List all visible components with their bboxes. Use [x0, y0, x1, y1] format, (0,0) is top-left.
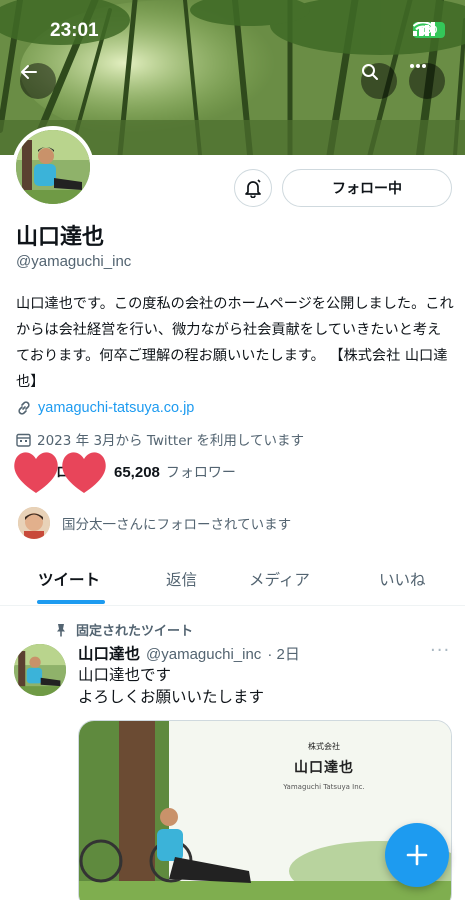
tab-likes[interactable]: いいね	[379, 568, 426, 590]
back-button[interactable]	[20, 63, 56, 99]
bell-icon	[245, 179, 261, 198]
notification-bell-button[interactable]	[234, 169, 272, 207]
profile-avatar[interactable]	[12, 126, 94, 208]
follower-avatar-photo	[18, 507, 50, 539]
tab-replies[interactable]: 返信	[166, 568, 197, 590]
display-name: 山口達也	[16, 225, 105, 250]
profile-tabs: ツイート 返信 メディア いいね	[0, 556, 465, 606]
user-handle: @yamaguchi_inc	[16, 253, 132, 270]
status-bar: 23:01 100	[0, 0, 465, 60]
link-icon	[18, 401, 30, 415]
more-button[interactable]	[409, 63, 445, 99]
heart-sticker-overlay	[14, 452, 106, 493]
avatar-photo	[16, 130, 90, 204]
tweet-more-icon[interactable]: ···	[430, 640, 450, 661]
profile-website-link[interactable]: yamaguchi-tatsuya.co.jp	[38, 400, 194, 416]
card-company-name: 山口達也	[294, 760, 354, 776]
card-roman-name: Yamaguchi Tatsuya Inc.	[283, 783, 365, 791]
card-company-label: 株式会社	[308, 742, 340, 751]
status-icons: 100	[413, 22, 445, 38]
tweet-header: 山口達也 @yamaguchi_inc · 2日	[78, 642, 300, 664]
following-button[interactable]: フォロー中	[282, 169, 452, 207]
profile-link-row: yamaguchi-tatsuya.co.jp	[16, 400, 194, 416]
profile-bio: 山口達也です。この度私の会社のホームページを公開しました。これからは会社経営を行…	[16, 296, 454, 390]
followed-by-text: 国分太一さんにフォローされています	[62, 517, 292, 533]
status-time: 23:01	[50, 20, 99, 41]
followers-count[interactable]: 65,208	[114, 464, 160, 481]
followers-label[interactable]: フォロワー	[166, 462, 236, 482]
active-tab-indicator	[37, 600, 105, 604]
joined-date-text: 2023 年 3月から Twitter を利用しています	[37, 433, 304, 449]
pinned-text: 固定されたツイート	[76, 624, 194, 639]
tweet-avatar-photo	[14, 644, 66, 696]
plus-icon	[406, 844, 428, 866]
tweet-line: よろしくお願いいたします	[78, 688, 265, 706]
tweet-author-avatar[interactable]	[14, 644, 66, 696]
wifi-icon	[413, 22, 433, 36]
pin-icon	[57, 623, 65, 637]
compose-tweet-button[interactable]	[385, 823, 449, 887]
joined-date-row: 2023 年 3月から Twitter を利用しています	[16, 429, 304, 449]
tweet-body: 山口達也です よろしくお願いいたします	[78, 664, 264, 708]
followed-by-row[interactable]: 国分太一さんにフォローされています	[16, 505, 291, 541]
tweet-line: 山口達也です	[78, 666, 172, 684]
tweet-author-handle[interactable]: @yamaguchi_inc	[146, 646, 261, 663]
pinned-tweet-label: 固定されたツイート	[54, 620, 193, 639]
tweet-timestamp[interactable]: · 2日	[267, 643, 300, 664]
tab-tweets[interactable]: ツイート	[38, 568, 100, 590]
follower-avatar	[16, 505, 52, 541]
more-icon	[410, 64, 426, 68]
calendar-icon	[16, 433, 31, 447]
card-title-block: 株式会社 山口達也 Yamaguchi Tatsuya Inc.	[229, 741, 419, 791]
tab-media[interactable]: メディア	[249, 568, 310, 590]
search-button[interactable]	[361, 63, 397, 99]
tweet-author-name[interactable]: 山口達也	[78, 642, 140, 664]
back-arrow-icon	[21, 65, 37, 79]
search-icon	[362, 64, 378, 80]
